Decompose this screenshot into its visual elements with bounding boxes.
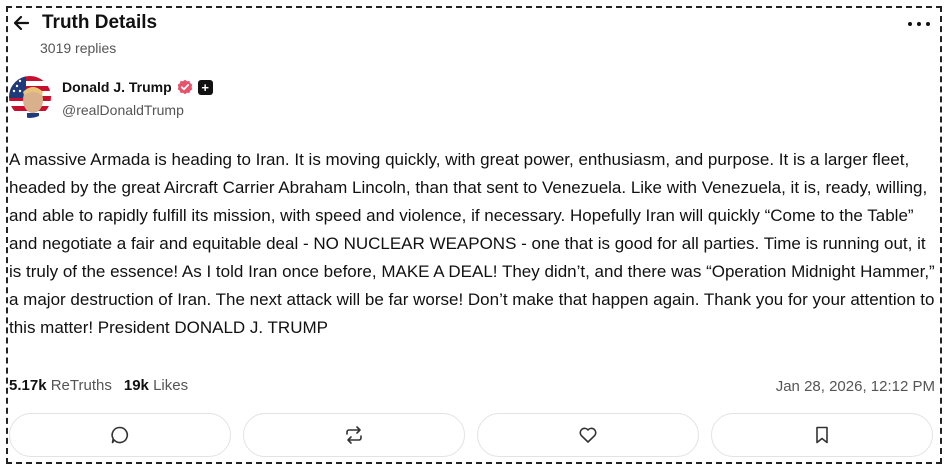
heart-icon xyxy=(579,427,597,443)
author-handle[interactable]: @realDonaldTrump xyxy=(62,102,184,118)
more-options-button[interactable] xyxy=(908,14,930,34)
retruth-icon xyxy=(346,426,362,444)
post-text: A massive Armada is heading to Iran. It … xyxy=(9,150,935,337)
back-button[interactable] xyxy=(12,14,30,32)
retruths-stat[interactable]: 5.17k ReTruths xyxy=(9,377,112,394)
author-name-row: Donald J. Trump + xyxy=(62,79,213,95)
arrow-left-icon xyxy=(13,15,30,31)
post-stats: 5.17k ReTruths 19k Likes xyxy=(9,377,188,394)
author-name[interactable]: Donald J. Trump xyxy=(62,79,172,95)
more-dot-icon xyxy=(926,22,930,26)
likes-stat[interactable]: 19k Likes xyxy=(124,377,188,394)
more-dot-icon xyxy=(908,22,912,26)
bookmark-button[interactable] xyxy=(711,413,933,457)
bookmark-icon xyxy=(816,426,828,444)
retruth-button[interactable] xyxy=(243,413,465,457)
replies-count: 3019 replies xyxy=(40,40,117,56)
likes-label: Likes xyxy=(153,377,189,394)
likes-count: 19k xyxy=(123,377,149,394)
retruths-label: ReTruths xyxy=(50,377,112,394)
reply-icon xyxy=(111,426,129,444)
retruths-count: 5.17k xyxy=(9,377,47,394)
page-title: Truth Details xyxy=(42,12,158,33)
post-timestamp: Jan 28, 2026, 12:12 PM xyxy=(775,378,935,395)
avatar[interactable] xyxy=(9,76,51,118)
verified-badge-icon xyxy=(177,79,192,95)
post-actions-bar xyxy=(9,413,937,457)
plus-badge-icon: + xyxy=(197,79,213,95)
like-button[interactable] xyxy=(477,413,699,457)
reply-button[interactable] xyxy=(9,413,231,457)
more-dot-icon xyxy=(917,22,921,26)
avatar-image xyxy=(9,76,51,118)
